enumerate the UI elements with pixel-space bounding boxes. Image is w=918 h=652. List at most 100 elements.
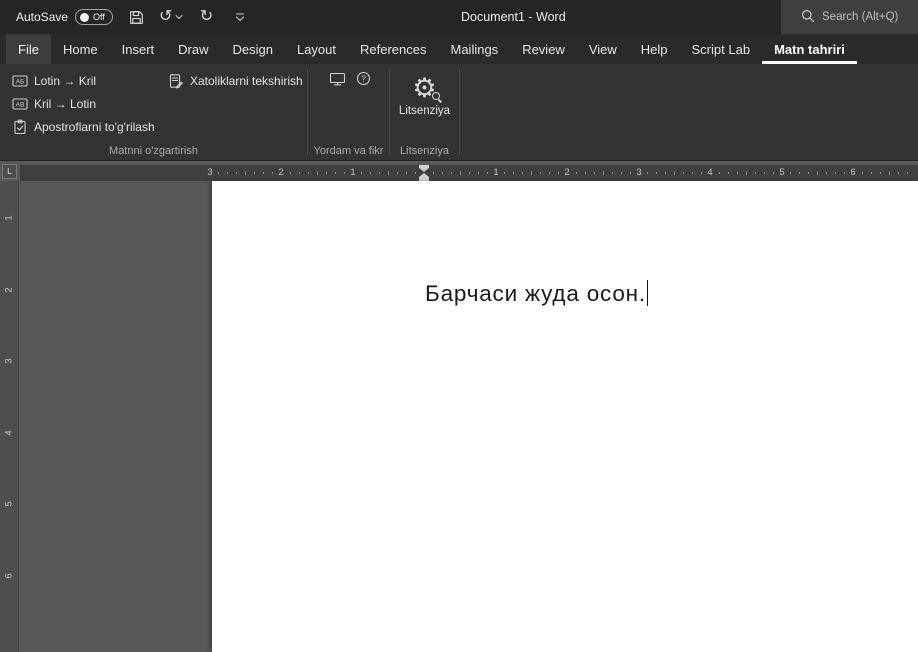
feedback-button[interactable] [326,70,348,92]
customize-toolbar-button[interactable] [229,4,251,30]
document-text[interactable]: Барчаси жуда осон. [425,280,648,307]
ruler-tick [862,172,863,174]
kril-lotin-button[interactable]: AB Kril → Lotin [6,93,102,115]
ribbon-tabs: FileHomeInsertDrawDesignLayoutReferences… [0,34,918,64]
horizontal-ruler[interactable]: 321123456 [20,165,918,181]
tab-design[interactable]: Design [221,34,285,64]
ruler-tick [299,172,300,174]
tab-script-lab[interactable]: Script Lab [680,34,763,64]
ruler-tick [460,171,461,175]
ruler-tick [844,172,845,174]
litsenziya-button-label: Litsenziya [399,105,450,117]
title-bar: AutoSave Off ↺ ↻ [0,0,918,34]
ruler-tick [263,172,264,174]
ruler-tick [487,172,488,174]
tab-matn-tahriri[interactable]: Matn tahriri [762,34,857,64]
ruler-tick [880,172,881,174]
ruler-tick [746,171,747,175]
ruler-tick [889,171,890,175]
search-placeholder: Search (Alt+Q) [822,11,898,23]
ruler-tick [513,172,514,174]
ruler-tick [406,172,407,174]
ruler-tick [245,171,246,175]
tab-references[interactable]: References [348,34,438,64]
tab-draw[interactable]: Draw [166,34,220,64]
ruler-tick [370,172,371,174]
ruler-tick [272,172,273,174]
ruler-number: 2 [564,165,569,181]
kril-lotin-label: Kril → Lotin [34,97,96,111]
ruler-tick [603,171,604,175]
ruler-tick [531,171,532,175]
ruler-tick [647,172,648,174]
redo-icon: ↻ [200,9,213,25]
tab-view[interactable]: View [577,34,629,64]
tab-layout[interactable]: Layout [285,34,348,64]
autosave-control: AutoSave Off [16,9,113,25]
search-icon [801,9,815,26]
tab-home[interactable]: Home [51,34,110,64]
ruler-tick [737,172,738,174]
ruler-tick [674,171,675,175]
ruler-tick [826,172,827,174]
ruler-tick [755,172,756,174]
ruler-number: 3 [207,165,212,181]
vertical-ruler: 123456 [0,181,19,652]
ruler-tick [549,172,550,174]
lotin-kril-button[interactable]: АБ Lotin → Kril [6,70,102,92]
text-cursor [647,280,649,306]
save-icon [128,9,145,26]
xatoliklarni-tekshirish-label: Xatoliklarni tekshirish [190,74,303,88]
tab-review[interactable]: Review [510,34,577,64]
ruler-tick [335,172,336,174]
window-title: Document1 - Word [461,0,566,34]
tab-help[interactable]: Help [629,34,680,64]
ruler-tick [907,172,908,174]
xatoliklarni-tekshirish-button[interactable]: Xatoliklarni tekshirish [162,70,309,92]
group-label-matnni-ozgartirish: Matnni o'zgartirish [0,145,307,157]
ruler-tick [317,171,318,175]
undo-button[interactable]: ↺ [159,4,183,30]
litsenziya-button[interactable]: ⚙ Litsenziya [393,68,456,138]
group-divider [459,69,460,155]
tab-mailings[interactable]: Mailings [439,34,511,64]
autosave-label: AutoSave [16,10,68,24]
undo-dropdown-icon[interactable] [175,14,183,20]
document-page[interactable]: Барчаси жуда осон. [212,181,918,652]
search-box[interactable]: Search (Alt+Q) [781,0,918,34]
ruler-tick [817,171,818,175]
svg-text:AB: AB [16,102,25,109]
spellcheck-icon [168,73,184,89]
ruler-tick [504,172,505,174]
ruler-number: 3 [636,165,641,181]
autosave-toggle[interactable]: Off [75,9,113,25]
tab-selector[interactable]: L [2,164,17,179]
ruler-tick [808,172,809,174]
tab-insert[interactable]: Insert [110,34,167,64]
help-button[interactable]: ? [352,70,374,92]
ruler-tick [218,172,219,174]
autosave-state-label: Off [93,13,105,22]
ruler-tick [379,172,380,174]
ruler-tick [478,172,479,174]
ruler-tick [451,172,452,174]
ruler-number: 2 [278,165,283,181]
group-label-litsenziya: Litsenziya [390,145,459,157]
ribbon: АБ Lotin → Kril AB Kril → Lotin [0,64,918,161]
ruler-number: 5 [779,165,784,181]
ruler-number: 6 [2,567,18,586]
ruler-tick [308,172,309,174]
ruler-number: 1 [2,209,18,228]
apostrof-button[interactable]: Apostroflarni to'g'rilash [6,116,161,138]
ruler-tick [790,172,791,174]
clipboard-check-icon [12,119,28,135]
ruler-tick [388,171,389,175]
ruler-tick [576,172,577,174]
ruler-number: 4 [2,424,18,443]
save-button[interactable] [125,4,147,30]
undo-icon: ↺ [159,9,172,25]
ribbon-group-litsenziya: ⚙ Litsenziya Litsenziya [390,64,459,160]
redo-button[interactable]: ↻ [195,4,217,30]
group-label-yordam-va-fikr: Yordam va fikr [308,145,389,157]
tab-file[interactable]: File [6,34,51,64]
